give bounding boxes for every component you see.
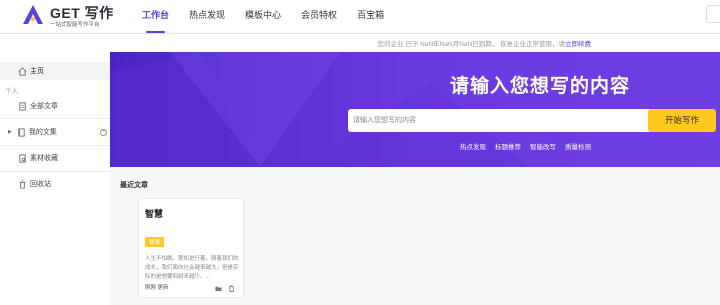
recent-articles-heading: 最近文章 [120, 182, 148, 189]
article-updated: 刚刚 更新 [145, 285, 169, 291]
notice-text: 您的企业 已于 NaN年NaN月NaN日到期， 恢复企业正常使用，请立即续费 [378, 38, 591, 48]
sidebar-item-label: 主页 [30, 68, 44, 75]
top-search-input[interactable] [706, 5, 720, 23]
sidebar-divider [0, 145, 110, 146]
link-title-recommend[interactable]: 标题推荐 [495, 141, 521, 151]
nav-item-workbench[interactable]: 工作台 [132, 0, 179, 34]
sidebar-item-all-articles[interactable]: 全部文章 [0, 97, 110, 115]
writing-topic-input[interactable] [348, 109, 650, 132]
article-excerpt: 人生不怕晚，那知进行着。随着我们的成长，我们面向社会越来越大，但是实际的是想要回… [145, 256, 239, 280]
sidebar-item-material[interactable]: 素材收藏 [0, 149, 110, 167]
sidebar-item-home[interactable]: 主页 [0, 62, 110, 80]
article-title: 智慧 [145, 209, 164, 219]
nav-item-hotspot[interactable]: 热点发现 [179, 0, 235, 34]
sidebar-divider [0, 118, 110, 119]
expand-caret-icon[interactable]: ▶ [8, 129, 12, 135]
sidebar: 主页 个人 全部文章 ▶ 我的文集 + 素材收藏 回收站 [0, 52, 110, 305]
sidebar-item-label: 回收站 [30, 181, 51, 188]
nav-item-toolbox[interactable]: 百宝箱 [347, 0, 394, 34]
article-card[interactable]: 智慧 智慧 人生不怕晚，那知进行着。随着我们的成长，我们面向社会越来越大，但是实… [138, 198, 244, 298]
sidebar-item-label: 全部文章 [30, 103, 58, 110]
link-smart-rewrite[interactable]: 智能改写 [530, 141, 556, 151]
start-writing-button[interactable]: 开始写作 [648, 109, 716, 132]
delete-icon[interactable] [228, 285, 235, 292]
main-nav: 工作台 热点发现 模板中心 会员特权 百宝箱 [132, 0, 394, 34]
hero-title: 请输入您想写的内容 [450, 76, 631, 97]
home-icon [18, 66, 27, 76]
sidebar-item-my-library[interactable]: ▶ 我的文集 + [0, 123, 110, 141]
sidebar-item-label: 素材收藏 [30, 155, 58, 162]
bookmark-icon [19, 153, 26, 163]
link-hotspot[interactable]: 热点发现 [460, 141, 486, 151]
article-actions [215, 285, 235, 292]
trash-icon [19, 179, 26, 189]
nav-item-membership[interactable]: 会员特权 [291, 0, 347, 34]
hero-banner: 请输入您想写的内容 开始写作 热点发现 标题推荐 智能改写 质量检测 [110, 52, 720, 167]
sidebar-group-personal: 个人 [5, 88, 18, 95]
brand-logo[interactable]: GET 写作 一站式智能写作平台 [22, 3, 122, 31]
sidebar-item-trash[interactable]: 回收站 [0, 175, 110, 193]
renew-link[interactable]: 立即续费 [565, 41, 591, 48]
hero-quick-links: 热点发现 标题推荐 智能改写 质量检测 [460, 141, 600, 151]
book-icon [18, 127, 25, 137]
document-icon [19, 101, 26, 111]
sidebar-item-label: 我的文集 [28, 129, 57, 136]
article-tag: 智慧 [145, 237, 165, 247]
add-library-icon[interactable]: + [100, 128, 107, 136]
notice-message: 您的企业 已于 NaN年NaN月NaN日到期， 恢复企业正常使用，请 [377, 41, 565, 48]
nav-item-templates[interactable]: 模板中心 [235, 0, 291, 34]
logo-mark-icon [23, 5, 43, 24]
link-quality-check[interactable]: 质量检测 [565, 141, 591, 151]
folder-icon[interactable] [215, 285, 222, 292]
top-navbar: GET 写作 一站式智能写作平台 工作台 热点发现 模板中心 会员特权 百宝箱 [0, 0, 720, 34]
notice-bar: 您的企业 已于 NaN年NaN月NaN日到期， 恢复企业正常使用，请立即续费 [0, 34, 720, 52]
sidebar-divider [0, 171, 110, 172]
brand-subtitle: 一站式智能写作平台 [50, 22, 100, 28]
